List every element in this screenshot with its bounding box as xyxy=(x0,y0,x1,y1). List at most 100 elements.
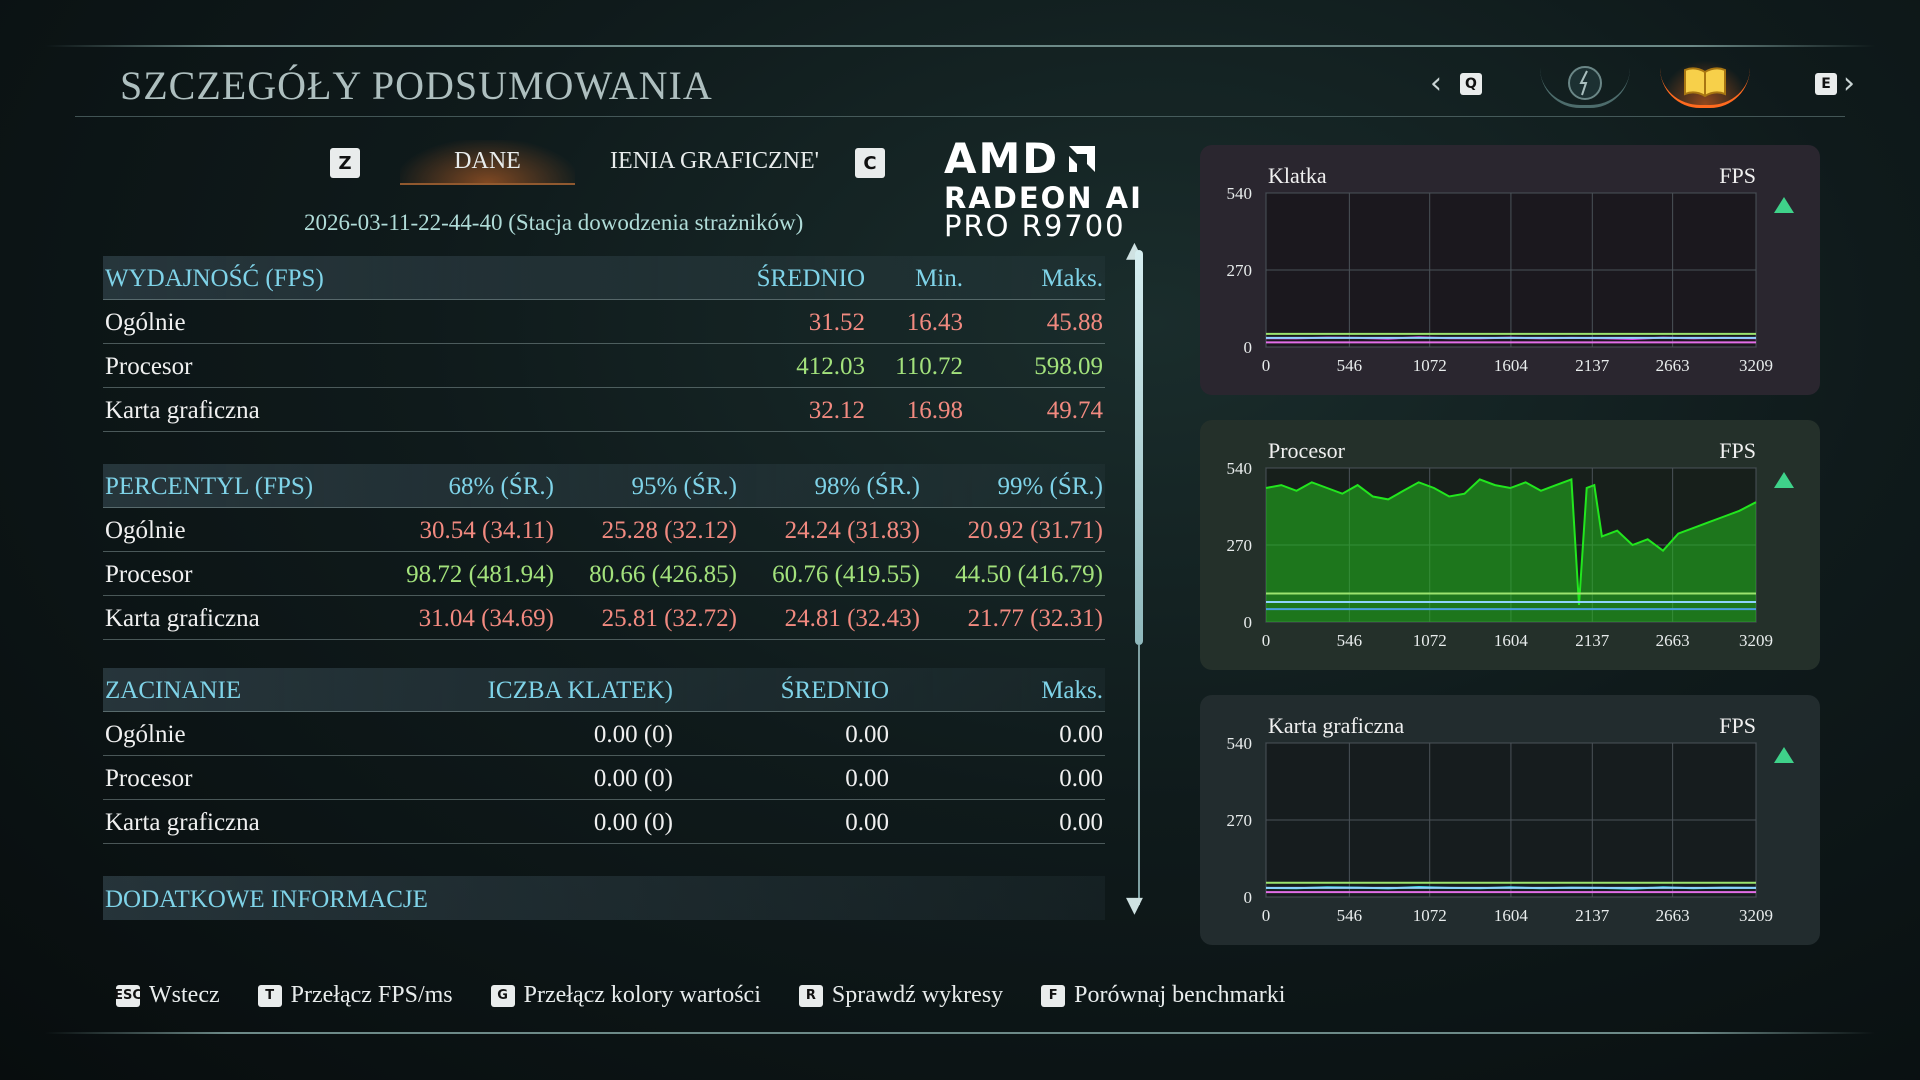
cell-value: 30.54 (34.11) xyxy=(419,517,554,544)
row-label: Procesor xyxy=(105,561,193,588)
x-tick-label: 1072 xyxy=(1413,631,1447,650)
footer-toggle-fps-button[interactable]: T Przełącz FPS/ms xyxy=(257,982,453,1009)
footer-toggle-colors-button[interactable]: G Przełącz kolory wartości xyxy=(490,982,761,1009)
nav-prev-key[interactable]: Q xyxy=(1460,73,1482,95)
row-label: Ogólnie xyxy=(105,517,186,544)
table-row: Procesor 412.03 110.72 598.09 xyxy=(103,344,1105,388)
table-row: Karta graficzna 32.12 16.98 49.74 xyxy=(103,388,1105,432)
x-tick-label: 546 xyxy=(1337,356,1363,375)
footer-compare-button[interactable]: F Porównaj benchmarki xyxy=(1041,982,1285,1009)
chart-panel-frame: 0 546 1072 1604 2137 2663 3209 540 270 0 Klatka F… xyxy=(1200,145,1820,395)
footer-back-button[interactable]: ESC Wstecz xyxy=(114,982,220,1009)
scrollbar-thumb[interactable] xyxy=(1135,250,1143,645)
y-tick-label: 540 xyxy=(1227,459,1253,478)
chart-unit: FPS xyxy=(1719,163,1756,188)
tab-bar: Z DANE 'IENIA GRAFICZNE C xyxy=(330,140,890,185)
tab-graphics-settings[interactable]: 'IENIA GRAFICZNE xyxy=(610,148,835,175)
table-row: Ogólnie 30.54 (34.11) 25.28 (32.12) 24.2… xyxy=(103,508,1105,552)
cell-value: 44.50 (416.79) xyxy=(955,561,1103,588)
chart-title: Klatka xyxy=(1268,163,1327,188)
cell-value: 31.52 xyxy=(808,309,865,336)
extra-info-header[interactable]: DODATKOWE INFORMACJE xyxy=(103,876,1105,920)
scroll-down-icon[interactable]: ▼ xyxy=(1126,893,1143,918)
tab-prev-key[interactable]: Z xyxy=(330,148,360,178)
cell-value: 60.76 (419.55) xyxy=(772,561,920,588)
trend-up-icon xyxy=(1774,197,1794,213)
cell-value: 98.72 (481.94) xyxy=(406,561,554,588)
footer-check-charts-button[interactable]: R Sprawdź wykresy xyxy=(798,982,1003,1009)
top-nav: ‹ Q E › xyxy=(1430,60,1860,110)
x-tick-label: 3209 xyxy=(1739,356,1773,375)
stutter-header: ZACINANIE ICZBA KLATEK) ŚREDNIO Maks. xyxy=(103,668,1105,712)
x-tick-label: 2663 xyxy=(1656,631,1690,650)
extra-info-section: DODATKOWE INFORMACJE xyxy=(103,876,1105,920)
x-tick-label: 1604 xyxy=(1494,631,1529,650)
stutter-title: ZACINANIE xyxy=(105,677,242,704)
x-tick-label: 1604 xyxy=(1494,906,1529,925)
table-row: Ogólnie 0.00 (0) 0.00 0.00 xyxy=(103,712,1105,756)
cell-value: 0.00 xyxy=(845,809,889,836)
col-max: Maks. xyxy=(1041,265,1103,292)
row-label: Ogólnie xyxy=(105,721,186,748)
trend-up-icon xyxy=(1774,747,1794,763)
trend-up-icon xyxy=(1774,472,1794,488)
cell-value: 24.24 (31.83) xyxy=(784,517,920,544)
gpu-logo: AMD RADEON AI PRO R9700 xyxy=(944,134,1143,243)
y-tick-label: 0 xyxy=(1244,888,1253,907)
performance-header: WYDAJNOŚĆ (FPS) ŚREDNIO Min. Maks. xyxy=(103,256,1105,300)
col-p95: 95% (ŚR.) xyxy=(631,473,737,500)
table-row: Procesor 98.72 (481.94) 80.66 (426.85) 6… xyxy=(103,552,1105,596)
cell-value: 0.00 xyxy=(845,721,889,748)
row-label: Karta graficzna xyxy=(105,605,260,632)
cell-value: 16.43 xyxy=(906,309,963,336)
footer-label: Wstecz xyxy=(149,982,220,1008)
footer-key: G xyxy=(490,984,515,1007)
amd-arrow-icon xyxy=(1069,145,1096,172)
cell-value: 0.00 (0) xyxy=(593,809,673,836)
footer-label: Porównaj benchmarki xyxy=(1074,982,1286,1008)
nav-next-arrow-icon[interactable]: › xyxy=(1843,66,1855,101)
nav-prev-arrow-icon[interactable]: ‹ xyxy=(1430,66,1442,101)
globe-icon xyxy=(1568,65,1602,100)
header-divider xyxy=(75,116,1845,117)
cell-value: 0.00 xyxy=(1059,721,1103,748)
scrollbar-track[interactable] xyxy=(1138,645,1140,905)
x-tick-label: 3209 xyxy=(1739,906,1773,925)
footer-key: T xyxy=(257,984,282,1007)
y-tick-label: 270 xyxy=(1227,261,1253,280)
nav-globe-tab[interactable] xyxy=(1540,60,1630,108)
cell-value: 24.81 (32.43) xyxy=(784,605,920,632)
col-p68: 68% (ŚR.) xyxy=(448,473,554,500)
footer-key: R xyxy=(798,984,823,1007)
table-row: Procesor 0.00 (0) 0.00 0.00 xyxy=(103,756,1105,800)
y-tick-label: 270 xyxy=(1227,536,1253,555)
nav-book-tab[interactable] xyxy=(1660,60,1750,108)
table-row: Ogólnie 31.52 16.43 45.88 xyxy=(103,300,1105,344)
x-tick-label: 2137 xyxy=(1575,631,1610,650)
cell-value: 31.04 (34.69) xyxy=(418,605,554,632)
x-tick-label: 1072 xyxy=(1413,356,1447,375)
tab-dane[interactable]: DANE xyxy=(400,140,575,185)
tab-next-key[interactable]: C xyxy=(855,148,885,178)
nav-next-key[interactable]: E xyxy=(1815,73,1837,95)
book-icon xyxy=(1684,66,1726,97)
y-tick-label: 0 xyxy=(1244,338,1253,357)
col-frame-count: ICZBA KLATEK) xyxy=(487,677,673,704)
frame-top xyxy=(45,45,1875,47)
col-max: Maks. xyxy=(1041,677,1103,704)
cell-value: 0.00 (0) xyxy=(593,721,673,748)
x-tick-label: 0 xyxy=(1262,906,1271,925)
chart-panel-gpu: 0 546 1072 1604 2137 2663 3209 540 270 0 Karta gr… xyxy=(1200,695,1820,945)
col-avg: ŚREDNIO xyxy=(756,265,865,292)
row-label: Procesor xyxy=(105,765,193,792)
x-tick-label: 3209 xyxy=(1739,631,1773,650)
x-tick-label: 0 xyxy=(1262,631,1271,650)
cell-value: 598.09 xyxy=(1034,353,1103,380)
percentile-header: PERCENTYL (FPS) 68% (ŚR.) 95% (ŚR.) 98% … xyxy=(103,464,1105,508)
row-label: Karta graficzna xyxy=(105,397,260,424)
cell-value: 32.12 xyxy=(808,397,865,424)
x-tick-label: 0 xyxy=(1262,356,1271,375)
amd-brand: AMD xyxy=(944,134,1143,183)
cell-value: 20.92 (31.71) xyxy=(967,517,1103,544)
cell-value: 45.88 xyxy=(1046,309,1103,336)
